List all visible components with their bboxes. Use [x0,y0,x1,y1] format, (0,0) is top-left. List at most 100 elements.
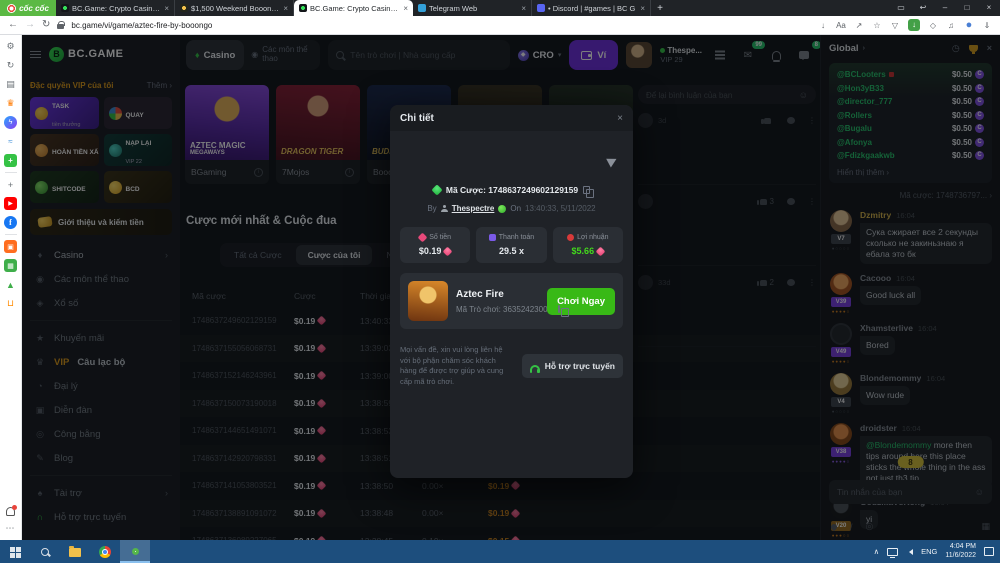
bettor-username[interactable]: Thespectre [452,204,495,213]
stat-card: Lợi nhuận $5.66 [553,227,623,263]
tab-close-icon[interactable]: × [283,4,288,13]
tab-favicon [537,4,545,12]
shield-icon[interactable]: ▽ [890,21,900,30]
aztec-fire-thumbnail[interactable] [408,281,448,321]
browser-tab[interactable]: BC.Game: Crypto Casino Gan × [56,0,175,16]
profile-icon[interactable]: ● [964,20,974,31]
stat-card: Thanh toán 29.5 x [476,227,546,263]
stat-card: Số tiền $0.19 [400,227,470,263]
coccoc-brand-label: cốc cốc [19,4,49,13]
notification-bell-icon[interactable] [6,507,15,516]
stat-label: Số tiền [429,234,451,241]
facebook-icon[interactable]: f [4,216,17,229]
action-center-icon[interactable] [984,547,994,556]
browser-tab[interactable]: BC.Game: Crypto Casino Gan × [294,0,413,16]
extension-b-icon[interactable]: ♫ [946,21,956,30]
more-icon[interactable]: ⋯ [4,522,17,535]
extension-a-icon[interactable]: ◇ [928,21,938,30]
browser-tab[interactable]: Telegram Web × [413,0,532,16]
stat-icon [418,233,428,243]
browser-addressbar: ← → ↻ bc.game/vi/game/aztec-fire-by-booo… [0,16,1000,35]
minimize-button[interactable]: – [934,0,956,16]
lock-icon[interactable] [57,24,64,29]
session-restore-icon[interactable]: ↩ [912,0,934,16]
on-label: On [510,204,521,213]
hot-crown-icon[interactable]: ♛ [4,97,17,110]
newsfeed-icon[interactable]: ▤ [4,78,17,91]
coccoc-brand-button[interactable]: cốc cốc [0,0,56,16]
tab-close-icon[interactable]: × [640,4,645,13]
hat-icon[interactable]: ▲ [4,278,17,291]
taskbar-search-button[interactable] [30,540,60,563]
file-explorer-button[interactable] [60,540,90,563]
tab-title: BC.Game: Crypto Casino Gan [72,4,161,13]
copy-icon[interactable] [558,305,560,313]
send-icon[interactable]: ↗ [854,21,864,30]
maximize-button[interactable]: □ [956,0,978,16]
clock[interactable]: 4:04 PM 11/6/2022 [945,543,976,560]
bookmark-star-icon[interactable]: ☆ [872,21,882,30]
network-icon[interactable] [887,548,898,556]
forward-icon[interactable]: → [25,20,35,30]
chrome-button[interactable] [90,540,120,563]
game-summary-card: Aztec Fire Mã Trò chơi: 3635242300... Ch… [400,273,623,329]
currency-gem-icon [596,246,606,256]
stat-label: Lợi nhuận [577,234,608,241]
stat-label: Thanh toán [499,234,534,241]
browser-tabstrip: cốc cốc BC.Game: Crypto Casino Gan × $1,… [0,0,1000,16]
tab-close-icon[interactable]: × [521,4,526,13]
settings-gear-icon[interactable]: ⚙ [4,40,17,53]
bet-id-label: Mã Cược: 1748637249602129159 [446,185,578,195]
new-tab-button[interactable]: + [651,0,669,16]
volume-icon[interactable] [906,549,913,555]
youtube-icon[interactable]: ▶ [4,197,17,210]
media-icon[interactable]: ≈ [4,135,17,148]
tab-favicon [180,4,188,12]
start-button[interactable] [0,540,30,563]
tab-close-icon[interactable]: × [403,4,408,13]
tray-chevron-icon[interactable]: ∧ [874,547,880,556]
game-id-label: Mã Trò chơi: 3635242300... [456,305,554,314]
shop-icon[interactable]: ▣ [4,240,17,253]
support-text: Mọi vấn đề, xin vui lòng liên hệ với bộ … [400,345,514,387]
stat-value: 29.5 x [499,246,524,256]
back-icon[interactable]: ← [8,20,18,30]
spacer[interactable] [4,316,17,501]
coccoc-logo-icon [7,4,16,13]
tab-title: • Discord | #games | BC G [548,4,637,13]
close-button[interactable]: × [978,0,1000,16]
cast-icon[interactable]: ▭ [890,0,912,16]
share-icon[interactable] [608,153,617,171]
gift-icon[interactable]: ▦ [4,259,17,272]
messenger-icon[interactable]: ϟ [4,116,17,129]
tab-close-icon[interactable]: × [164,4,169,13]
tab-title: $1,500 Weekend Booongo M [191,4,280,13]
translate-icon[interactable]: Aa [836,21,846,30]
copy-icon[interactable] [583,186,590,194]
divider[interactable] [5,234,17,235]
reload-icon[interactable]: ↻ [42,20,50,30]
language-indicator[interactable]: ENG [921,547,937,556]
screen: cốc cốc BC.Game: Crypto Casino Gan × $1,… [0,0,1000,563]
bet-timestamp: 13:40:33, 5/11/2022 [525,204,596,213]
coccoc-taskbar-button[interactable] [120,540,150,563]
history-icon[interactable]: ↻ [4,59,17,72]
downloads-tray-icon[interactable]: ⇓ [982,21,992,30]
browser-tab[interactable]: • Discord | #games | BC G × [532,0,651,16]
divider[interactable] [5,172,17,173]
games-icon[interactable]: + [4,154,17,167]
tab-favicon [299,4,307,12]
download-active-icon[interactable]: ↓ [908,19,920,31]
modal-close-icon[interactable]: × [617,113,623,124]
live-support-button[interactable]: Hỗ trợ trực tuyến [522,354,623,378]
browser-tab[interactable]: $1,500 Weekend Booongo M × [175,0,294,16]
game-name: Aztec Fire [456,289,539,300]
save-page-icon[interactable]: ↓ [818,21,828,30]
frog-badge-icon [498,205,506,213]
windows-taskbar: ∧ ENG 4:04 PM 11/6/2022 [0,540,1000,563]
add-shortcut-icon[interactable]: + [4,178,17,191]
currency-gem-icon [443,246,453,256]
url-text[interactable]: bc.game/vi/game/aztec-fire-by-booongo [71,21,811,30]
cart-icon[interactable]: ⊔ [4,297,17,310]
tab-favicon [418,4,426,12]
